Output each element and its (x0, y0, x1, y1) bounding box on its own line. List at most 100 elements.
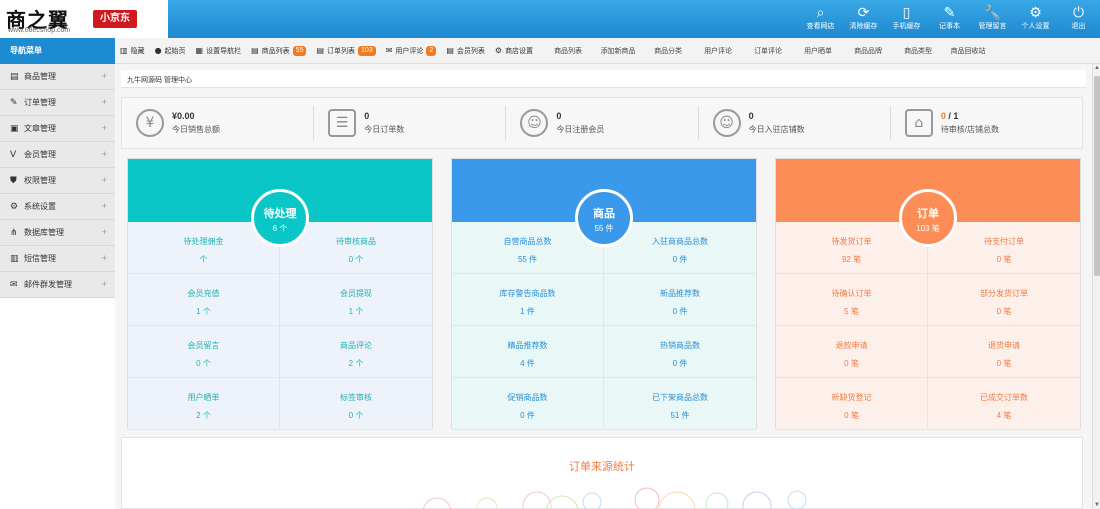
header-nav-gear[interactable]: ⚙ 个人设置 (1014, 0, 1057, 38)
expand-plus-icon[interactable]: + (102, 97, 107, 107)
sidebar-item-5[interactable]: ⚙ 系统设置 + (0, 194, 115, 220)
scroll-up-icon[interactable]: ▲ (1093, 64, 1100, 72)
tab-shop[interactable]: ⚙ 商店设置 (495, 46, 533, 56)
cell-value: 0 笔 (996, 359, 1012, 368)
tab-comment[interactable]: ✉ 用户评论 2 (386, 45, 437, 56)
panel-cell[interactable]: 新缺货登记 0 笔 (776, 378, 928, 430)
cell-label: 待支付订单 (984, 237, 1024, 246)
quick-tab[interactable]: 商品列表 (543, 46, 593, 56)
cell-value: 0 笔 (844, 359, 859, 368)
hide-icon: ▥ (120, 46, 128, 55)
header-nav-search[interactable]: ⌕ 查看网店 (799, 0, 842, 38)
sidebar-item-8[interactable]: ✉ 邮件群发管理 + (0, 272, 115, 298)
header-nav-label: 手机缓存 (892, 23, 921, 30)
quick-tab[interactable]: 商品分类 (643, 46, 693, 56)
tab-hide[interactable]: ▥ 隐藏 (120, 46, 145, 56)
expand-plus-icon[interactable]: + (102, 201, 107, 211)
panel-cell[interactable]: 用户晒单 2 个 (128, 378, 280, 430)
sidebar-item-0[interactable]: ▤ 商品管理 + (0, 64, 115, 90)
refresh-icon: ⟳ (857, 5, 870, 21)
tab-member[interactable]: ▤ 会员列表 (446, 46, 485, 56)
panel-cell[interactable]: 精品推荐数 4 件 (452, 326, 604, 378)
quick-tab[interactable]: 订单评论 (743, 46, 793, 56)
sidebar-item-7[interactable]: ▥ 短信管理 + (0, 246, 115, 272)
panel-cell[interactable]: 会员留言 0 个 (128, 326, 280, 378)
tab-order-list[interactable]: ▤ 订单列表 103 (316, 45, 376, 56)
quick-tab[interactable]: 用户评论 (693, 46, 743, 56)
stat-label: 今日订单数 (364, 125, 405, 134)
mail-icon: ✉ (10, 279, 18, 290)
cell-label: 待确认订单 (831, 289, 872, 298)
cell-label: 待审核商品 (336, 237, 376, 246)
panel-summary-circle[interactable]: 商品 55 件 (575, 189, 633, 247)
vertical-scrollbar[interactable]: ▲ ▼ (1092, 64, 1100, 509)
header-nav-mobile[interactable]: ▯ 手机缓存 (885, 0, 928, 38)
panel-cell[interactable]: 已下架商品总数 51 件 (604, 378, 756, 430)
panel-cell[interactable]: 商品评论 2 个 (280, 326, 432, 378)
quick-tab[interactable]: 商品品牌 (843, 46, 893, 56)
wrench-icon: 🔧 (983, 5, 1002, 21)
panel-summary-circle[interactable]: 待处理 6 个 (251, 189, 309, 247)
user-icon: ☺ (520, 109, 549, 137)
settings-icon: ⚙ (10, 201, 19, 212)
panel-cell[interactable]: 标签审核 0 个 (280, 378, 432, 430)
panel-count: 55 件 (594, 224, 614, 233)
sidebar-item-4[interactable]: ⛊ 权限管理 + (0, 168, 115, 194)
breadcrumb: 九牛网源码 管理中心 (121, 70, 1086, 88)
expand-plus-icon[interactable]: + (102, 253, 107, 263)
expand-plus-icon[interactable]: + (102, 227, 107, 237)
tab-home[interactable]: ● 起始页 (155, 46, 186, 56)
quick-tab[interactable]: 商品回收站 (943, 46, 993, 56)
header-nav-label: 记事本 (939, 23, 960, 30)
header-nav-power[interactable]: ⏻ 退出 (1057, 0, 1100, 38)
gear-icon: ⚙ (1029, 5, 1042, 21)
cell-label: 新品推荐数 (660, 289, 700, 298)
header-nav-label: 退出 (1071, 23, 1086, 30)
header-nav-label: 个人设置 (1021, 23, 1050, 30)
panel-cell[interactable]: 会员提现 1 个 (280, 274, 432, 326)
cell-value: 0 件 (520, 411, 535, 420)
article-icon: ▣ (10, 123, 19, 134)
panel-cell[interactable]: 会员充值 1 个 (128, 274, 280, 326)
scroll-down-icon[interactable]: ▼ (1093, 501, 1100, 509)
cell-value: 0 个 (348, 411, 364, 420)
expand-plus-icon[interactable]: + (102, 279, 107, 289)
cell-label: 会员提现 (340, 289, 372, 298)
tab-goods-list[interactable]: ▤ 商品列表 55 (251, 45, 307, 56)
expand-plus-icon[interactable]: + (102, 123, 107, 133)
sidebar-item-3[interactable]: V 会员管理 + (0, 142, 115, 168)
panel-cell[interactable]: 新品推荐数 0 件 (604, 274, 756, 326)
quick-tab[interactable]: 商品类型 (893, 46, 943, 56)
panel-cell[interactable]: 热销商品数 0 件 (604, 326, 756, 378)
cell-value: 2 个 (348, 359, 364, 368)
sidebar-item-label: 系统设置 (24, 202, 56, 211)
stat-value: 0 (364, 111, 370, 121)
quick-tab[interactable]: 用户晒单 (793, 46, 843, 56)
cell-label: 退款申请 (835, 341, 868, 350)
panel-cell[interactable]: 促销商品数 0 件 (452, 378, 604, 430)
header-nav-refresh[interactable]: ⟳ 清除缓存 (842, 0, 885, 38)
expand-plus-icon[interactable]: + (102, 175, 107, 185)
quick-tab[interactable]: 添加新商品 (593, 46, 643, 56)
scrollbar-thumb[interactable] (1094, 76, 1100, 276)
sidebar-item-1[interactable]: ✎ 订单管理 + (0, 90, 115, 116)
panel-cell[interactable]: 库存警告商品数 1 件 (452, 274, 604, 326)
panel-cell[interactable]: 退款申请 0 笔 (776, 326, 928, 378)
tab-nav[interactable]: ▦ 设置导航栏 (196, 46, 242, 56)
chart-title: 订单来源统计 (569, 461, 635, 473)
panel-cell[interactable]: 已成交订单数 4 笔 (928, 378, 1080, 430)
sidebar-item-label: 订单管理 (24, 98, 56, 107)
panel-cell[interactable]: 退货申请 0 笔 (928, 326, 1080, 378)
cell-value: 2 个 (196, 411, 211, 420)
panel-cell[interactable]: 待确认订单 5 笔 (776, 274, 928, 326)
panel-cell[interactable]: 部分发货订单 0 笔 (928, 274, 1080, 326)
header-nav-wrench[interactable]: 🔧 管理留言 (971, 0, 1014, 38)
expand-plus-icon[interactable]: + (102, 149, 107, 159)
panel-summary-circle[interactable]: 订单 103 笔 (899, 189, 957, 247)
stat-item: ¥ ¥0.00 今日销售总额 (122, 106, 315, 140)
expand-plus-icon[interactable]: + (102, 71, 107, 81)
logo[interactable]: 商之翼 www.68ecshop.com 小京东 (0, 0, 168, 38)
sidebar-item-6[interactable]: ⋔ 数据库管理 + (0, 220, 115, 246)
sidebar-item-2[interactable]: ▣ 文章管理 + (0, 116, 115, 142)
header-nav-pen[interactable]: ✎ 记事本 (928, 0, 971, 38)
